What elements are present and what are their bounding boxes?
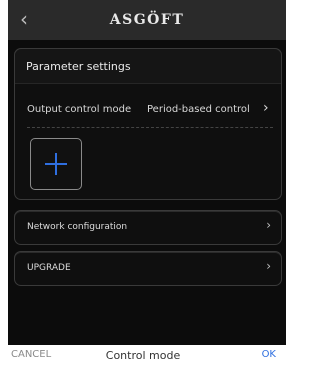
parameter-settings-title: Parameter settings xyxy=(26,60,131,73)
app-screen: ‹ ASGÖFT Parameter settings Output contr… xyxy=(8,0,286,345)
chevron-right-icon[interactable]: › xyxy=(263,100,269,116)
network-configuration-item[interactable]: Network configuration › xyxy=(14,210,282,245)
dashed-divider xyxy=(27,127,273,128)
plus-icon-vertical xyxy=(55,153,57,175)
bottom-action-bar: CANCEL Control mode OK xyxy=(0,345,286,367)
ok-button[interactable]: OK xyxy=(262,349,276,360)
chevron-right-icon: › xyxy=(266,259,271,273)
top-bar: ‹ ASGÖFT xyxy=(8,0,286,40)
network-configuration-label: Network configuration xyxy=(27,222,128,232)
output-control-mode-value[interactable]: Period-based control xyxy=(147,104,250,115)
chevron-right-icon: › xyxy=(266,218,271,232)
output-control-mode-label: Output control mode xyxy=(27,104,132,115)
sheet-title: Control mode xyxy=(105,349,181,362)
add-button[interactable] xyxy=(30,138,82,190)
upgrade-label: UPGRADE xyxy=(27,263,71,273)
brand-logo: ASGÖFT xyxy=(109,12,185,28)
parameter-settings-card: Parameter settings Output control mode P… xyxy=(14,48,282,200)
upgrade-item[interactable]: UPGRADE › xyxy=(14,251,282,286)
